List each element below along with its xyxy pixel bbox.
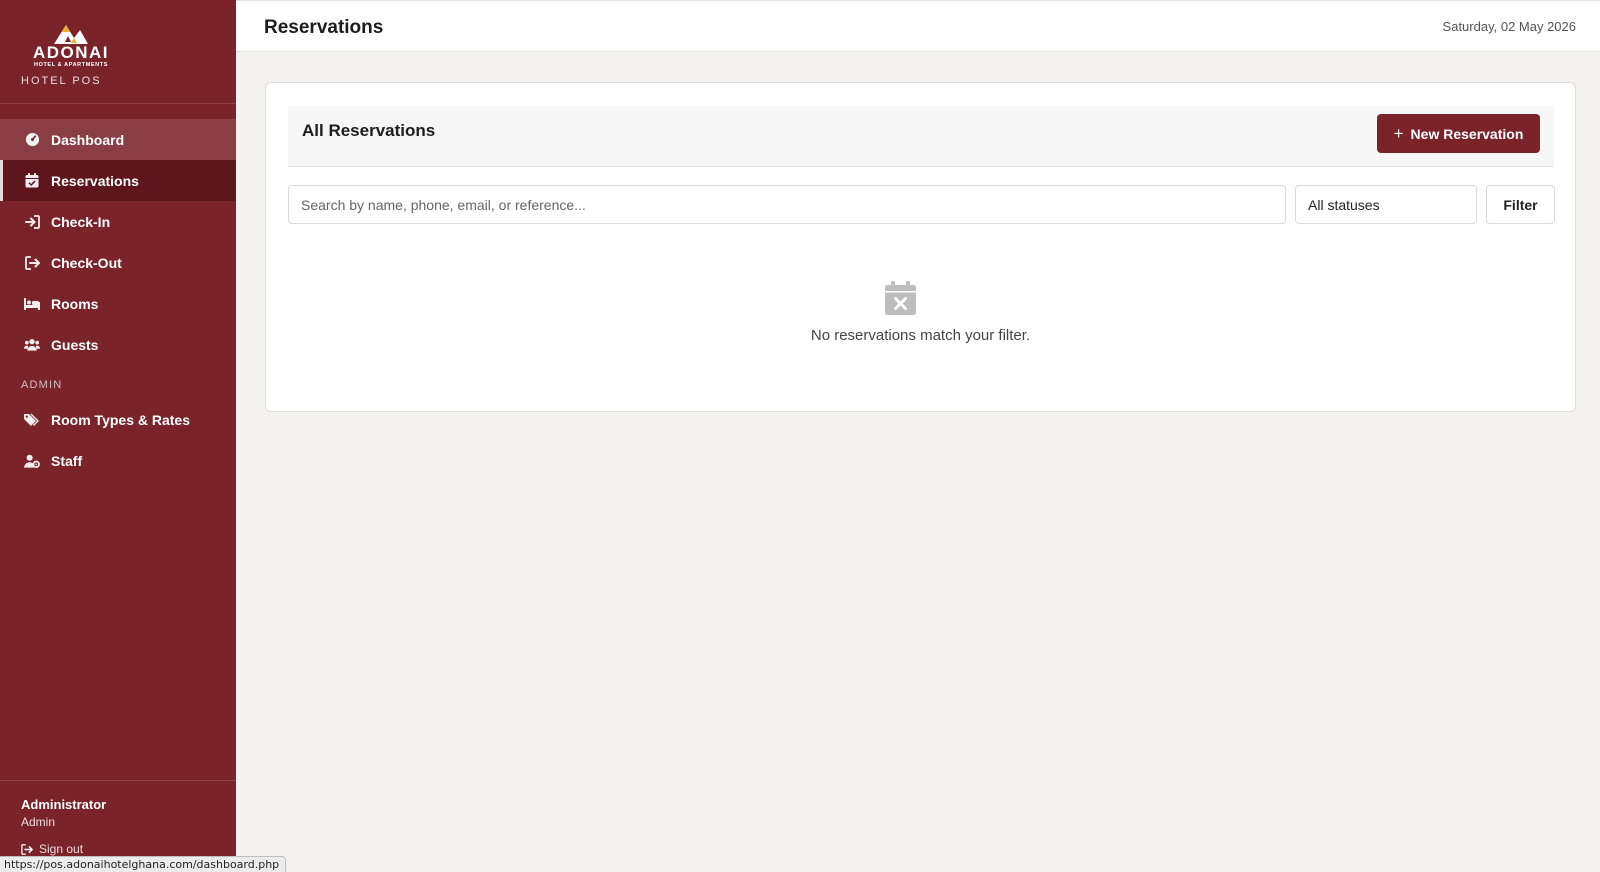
user-name: Administrator [21, 797, 107, 812]
sidebar-section-admin: ADMIN [21, 379, 63, 391]
search-input[interactable] [288, 185, 1286, 224]
logo-mountain-icon [54, 25, 88, 44]
new-reservation-label: New Reservation [1410, 125, 1524, 142]
calendar-check-icon [24, 173, 40, 189]
users-icon [24, 337, 40, 353]
status-select-value: All statuses [1308, 196, 1380, 213]
calendar-x-icon [885, 281, 916, 320]
logo[interactable]: ADONAI HOTEL & APARTMENTS [21, 22, 121, 69]
brand-tagline: HOTEL POS [21, 75, 102, 87]
sidebar-nav: Dashboard Reservations Check-In Check-Ou… [0, 104, 236, 365]
filter-button[interactable]: Filter [1486, 185, 1555, 224]
sign-in-icon [24, 214, 40, 230]
bed-icon [24, 296, 40, 312]
brand: ADONAI HOTEL & APARTMENTS HOTEL POS [0, 0, 236, 104]
card-header: All Reservations + New Reservation [288, 106, 1554, 167]
sign-out-icon [21, 843, 33, 855]
sidebar-item-label: Check-In [51, 213, 111, 230]
user-role: Admin [21, 815, 56, 829]
sidebar-item-guests[interactable]: Guests [0, 324, 236, 365]
logo-wordmark: ADONAI [32, 43, 110, 62]
sidebar-item-dashboard[interactable]: Dashboard [0, 119, 236, 160]
browser-status-url: https://pos.adonaihotelghana.com/dashboa… [0, 856, 287, 872]
sidebar-item-label: Dashboard [51, 131, 125, 148]
gauge-icon [24, 132, 40, 148]
sidebar-item-check-out[interactable]: Check-Out [0, 242, 236, 283]
new-reservation-button[interactable]: + New Reservation [1377, 114, 1540, 153]
sign-out-link[interactable]: Sign out [21, 842, 236, 856]
sidebar-item-label: Guests [51, 336, 99, 353]
logo-subtitle: HOTEL & APARTMENTS [34, 62, 108, 68]
card-title: All Reservations [302, 121, 436, 140]
tags-icon [24, 412, 40, 428]
page-title: Reservations [264, 17, 384, 38]
sidebar-item-label: Room Types & Rates [51, 411, 190, 428]
sidebar-item-check-in[interactable]: Check-In [0, 201, 236, 242]
sidebar: ADONAI HOTEL & APARTMENTS HOTEL POS Dash… [0, 0, 236, 872]
status-select[interactable]: All statuses [1295, 185, 1477, 224]
plus-icon: + [1393, 124, 1404, 143]
sidebar-item-staff[interactable]: Staff [0, 440, 236, 481]
sidebar-item-label: Staff [51, 452, 83, 469]
user-gear-icon [24, 453, 40, 469]
sidebar-item-rooms[interactable]: Rooms [0, 283, 236, 324]
sign-out-label: Sign out [39, 842, 84, 856]
sidebar-item-room-types-rates[interactable]: Room Types & Rates [0, 399, 236, 440]
sidebar-item-label: Rooms [51, 295, 99, 312]
current-date: Saturday, 02 May 2026 [1442, 19, 1576, 34]
top-bar: Reservations Saturday, 02 May 2026 [236, 0, 1600, 52]
sidebar-item-label: Check-Out [51, 254, 122, 271]
reservations-card: All Reservations + New Reservation All s… [265, 82, 1576, 412]
empty-state-message: No reservations match your filter. [810, 327, 1031, 344]
sidebar-item-label: Reservations [51, 172, 139, 189]
sidebar-item-reservations[interactable]: Reservations [0, 160, 236, 201]
sign-out-icon [24, 255, 40, 271]
sidebar-admin-nav: Room Types & Rates Staff [0, 399, 236, 481]
